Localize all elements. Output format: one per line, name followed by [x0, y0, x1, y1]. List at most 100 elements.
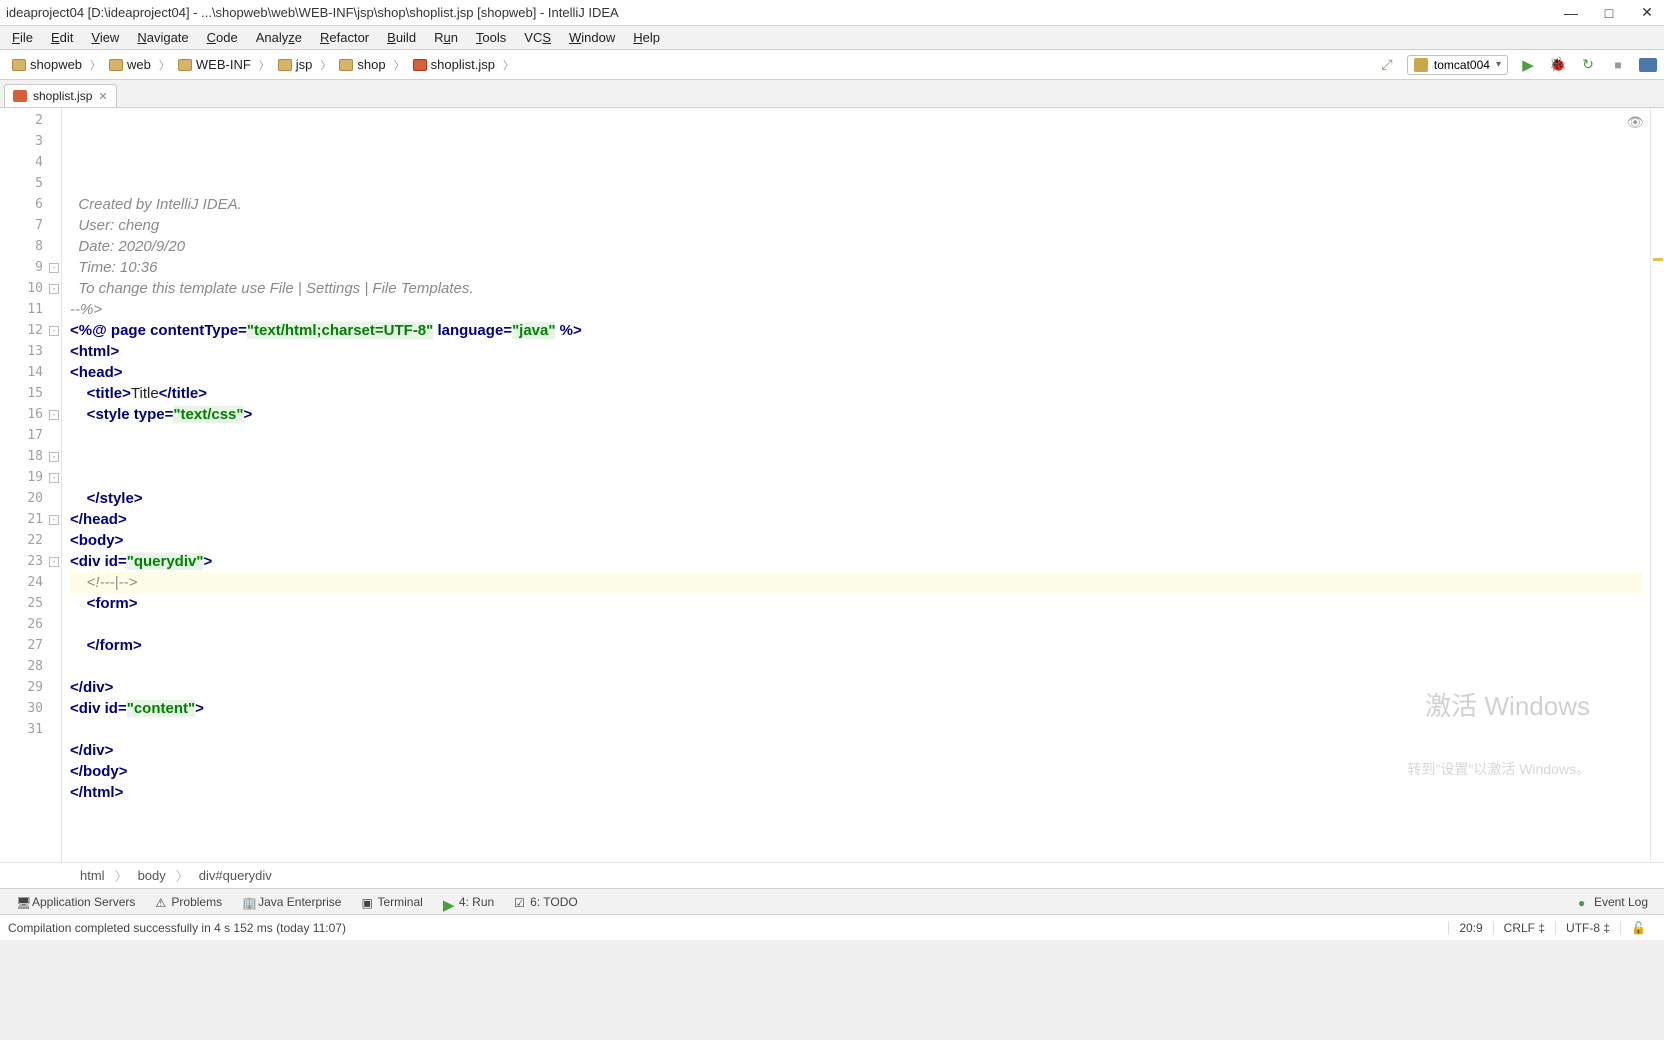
fold-toggle-icon[interactable]: -	[49, 326, 59, 336]
line-number[interactable]: 14	[0, 362, 61, 383]
line-number[interactable]: 15	[0, 383, 61, 404]
code-line[interactable]: </style>	[70, 488, 1642, 509]
menu-edit[interactable]: Edit	[43, 28, 81, 47]
code-line[interactable]: <form>	[70, 593, 1642, 614]
line-number[interactable]: 19-	[0, 467, 61, 488]
code-line[interactable]: </html>	[70, 782, 1642, 803]
error-stripe[interactable]	[1650, 108, 1664, 862]
line-separator[interactable]: CRLF ‡	[1493, 921, 1555, 935]
line-number[interactable]: 3	[0, 131, 61, 152]
line-number[interactable]: 16-	[0, 404, 61, 425]
gutter[interactable]: 23456789-10-1112-13141516-1718-19-2021-2…	[0, 108, 62, 862]
menu-tools[interactable]: Tools	[468, 28, 514, 47]
coverage-icon[interactable]: ↻	[1578, 55, 1598, 75]
tab-shoplist[interactable]: shoplist.jsp ✕	[4, 84, 117, 107]
code-line[interactable]: </div>	[70, 740, 1642, 761]
tw-todo[interactable]: ☑6: TODO	[506, 893, 586, 911]
code-line[interactable]	[70, 614, 1642, 635]
debug-icon[interactable]: 🐞	[1548, 55, 1568, 75]
caret-position[interactable]: 20:9	[1448, 921, 1492, 935]
crumb-div[interactable]: div#querydiv	[199, 868, 272, 883]
tw-javaee[interactable]: 🏢Java Enterprise	[234, 893, 349, 911]
crumb-webinf[interactable]: WEB-INF	[172, 55, 257, 74]
close-tab-icon[interactable]: ✕	[98, 90, 107, 103]
line-number[interactable]: 12-	[0, 320, 61, 341]
inspections-icon[interactable]: 👁	[1626, 112, 1644, 133]
line-number[interactable]: 22	[0, 530, 61, 551]
line-number[interactable]: 23-	[0, 551, 61, 572]
update-icon[interactable]	[1638, 55, 1658, 75]
menu-navigate[interactable]: Navigate	[129, 28, 196, 47]
menu-refactor[interactable]: Refactor	[312, 28, 377, 47]
fold-toggle-icon[interactable]: -	[49, 473, 59, 483]
line-number[interactable]: 28	[0, 656, 61, 677]
line-number[interactable]: 30	[0, 698, 61, 719]
run-icon[interactable]: ▶	[1518, 55, 1538, 75]
code-line[interactable]: --%>	[70, 299, 1642, 320]
file-encoding[interactable]: UTF-8 ‡	[1555, 921, 1620, 935]
line-number[interactable]: 13	[0, 341, 61, 362]
tw-terminal[interactable]: ▣Terminal	[353, 893, 430, 911]
menu-vcs[interactable]: VCS	[516, 28, 559, 47]
line-number[interactable]: 24	[0, 572, 61, 593]
fold-toggle-icon[interactable]: -	[49, 284, 59, 294]
code-line[interactable]: User: cheng	[70, 215, 1642, 236]
menu-file[interactable]: File	[4, 28, 41, 47]
menu-build[interactable]: Build	[379, 28, 424, 47]
fold-toggle-icon[interactable]: -	[49, 515, 59, 525]
line-number[interactable]: 26	[0, 614, 61, 635]
code-line[interactable]	[70, 446, 1642, 467]
menu-view[interactable]: View	[83, 28, 127, 47]
code-line[interactable]: </head>	[70, 509, 1642, 530]
code-line[interactable]: </div>	[70, 677, 1642, 698]
line-number[interactable]: 9-	[0, 257, 61, 278]
close-icon[interactable]: ✕	[1640, 6, 1654, 20]
line-number[interactable]: 27	[0, 635, 61, 656]
fold-toggle-icon[interactable]: -	[49, 263, 59, 273]
line-number[interactable]: 4	[0, 152, 61, 173]
line-number[interactable]: 8	[0, 236, 61, 257]
code-line[interactable]: To change this template use File | Setti…	[70, 278, 1642, 299]
crumb-shop[interactable]: shop	[333, 55, 391, 74]
code-line[interactable]	[70, 656, 1642, 677]
line-number[interactable]: 10-	[0, 278, 61, 299]
maximize-icon[interactable]: □	[1602, 6, 1616, 20]
code-line[interactable]: <style type="text/css">	[70, 404, 1642, 425]
line-number[interactable]: 25	[0, 593, 61, 614]
line-number[interactable]: 2	[0, 110, 61, 131]
line-number[interactable]: 6	[0, 194, 61, 215]
line-number[interactable]: 11	[0, 299, 61, 320]
tw-run[interactable]: ▶4: Run	[435, 893, 502, 911]
code-line[interactable]: </form>	[70, 635, 1642, 656]
warning-marker[interactable]	[1653, 258, 1663, 261]
fold-toggle-icon[interactable]: -	[49, 452, 59, 462]
line-number[interactable]: 17	[0, 425, 61, 446]
menu-run[interactable]: Run	[426, 28, 466, 47]
code-line[interactable]: <body>	[70, 530, 1642, 551]
crumb-file[interactable]: shoplist.jsp	[407, 55, 501, 74]
menu-help[interactable]: Help	[625, 28, 668, 47]
code-line[interactable]: Time: 10:36	[70, 257, 1642, 278]
code-line[interactable]	[70, 803, 1642, 824]
code-line[interactable]	[70, 719, 1642, 740]
tw-problems[interactable]: ⚠Problems	[147, 893, 230, 911]
menu-analyze[interactable]: Analyze	[248, 28, 310, 47]
code-line[interactable]: </body>	[70, 761, 1642, 782]
line-number[interactable]: 21-	[0, 509, 61, 530]
code-line[interactable]: <html>	[70, 341, 1642, 362]
fold-toggle-icon[interactable]: -	[49, 557, 59, 567]
tw-appservers[interactable]: 🖥Application Servers	[8, 893, 143, 911]
code-line[interactable]	[70, 467, 1642, 488]
run-config-selector[interactable]: tomcat004 ▾	[1407, 55, 1508, 75]
crumb-html[interactable]: html	[80, 868, 105, 883]
code-line[interactable]: <div id="content">	[70, 698, 1642, 719]
code-line[interactable]: Date: 2020/9/20	[70, 236, 1642, 257]
line-number[interactable]: 20	[0, 488, 61, 509]
line-number[interactable]: 5	[0, 173, 61, 194]
crumb-body[interactable]: body	[138, 868, 166, 883]
minimize-icon[interactable]: —	[1564, 6, 1578, 20]
code-line[interactable]: <!---|-->	[70, 572, 1642, 593]
code-line[interactable]: Created by IntelliJ IDEA.	[70, 194, 1642, 215]
code-line[interactable]: <div id="querydiv">	[70, 551, 1642, 572]
line-number[interactable]: 29	[0, 677, 61, 698]
